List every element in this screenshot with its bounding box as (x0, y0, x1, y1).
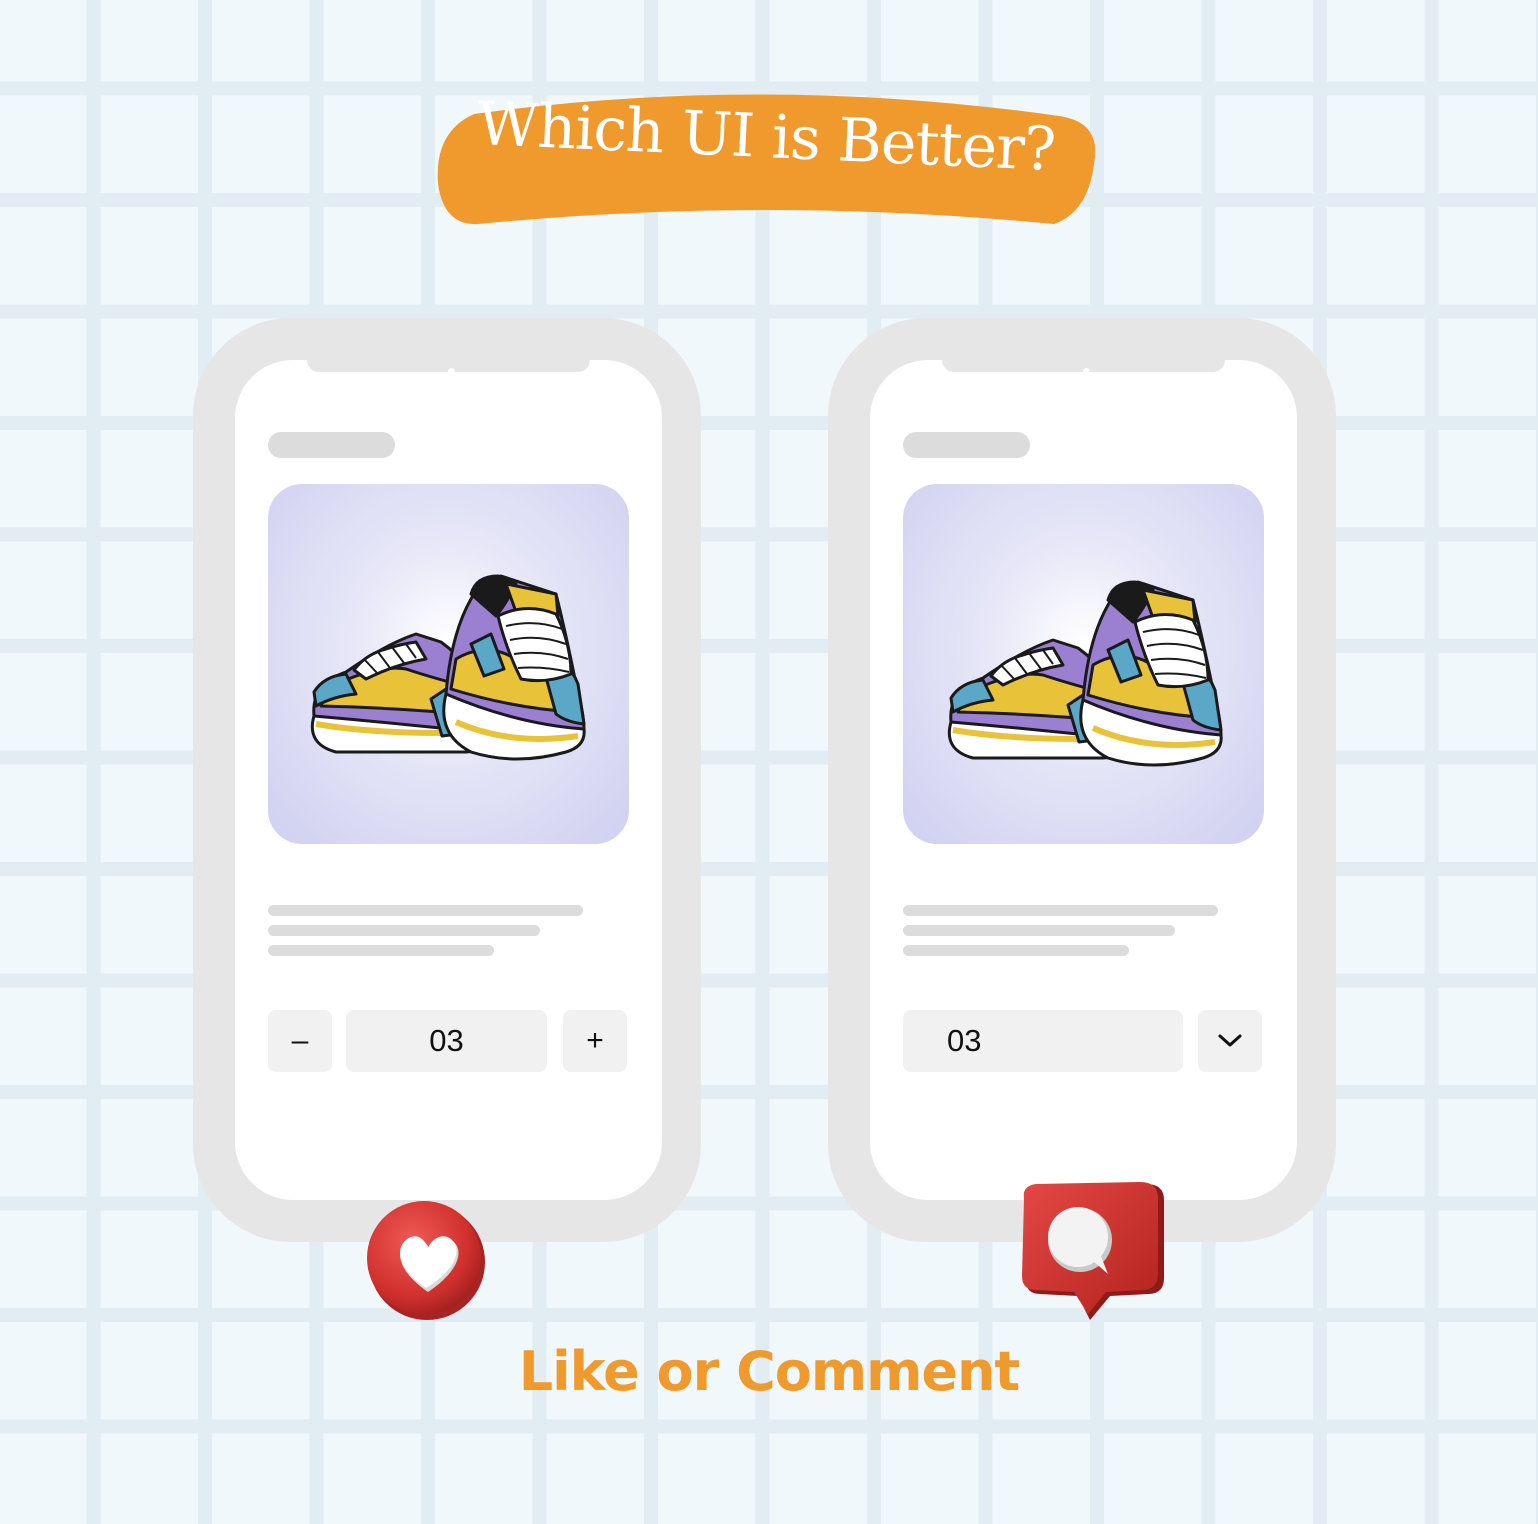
text-placeholder-line (903, 945, 1129, 956)
heart-icon (367, 1201, 485, 1320)
sneakers-illustration (310, 574, 586, 761)
phone-screen: 03 (870, 360, 1297, 1200)
text-placeholder-line (903, 925, 1175, 936)
increment-button[interactable]: + (563, 1010, 627, 1072)
phone-dropdown-variant: 03 (828, 318, 1336, 1242)
camera-icon (1083, 368, 1090, 375)
quantity-select[interactable]: 03 (903, 1010, 1183, 1072)
camera-icon (448, 368, 455, 375)
decrement-button[interactable]: – (268, 1010, 332, 1072)
product-image-card (903, 484, 1264, 844)
like-reaction[interactable] (366, 1198, 488, 1322)
phone-screen: – 03 + (235, 360, 662, 1200)
text-placeholder-line (268, 925, 540, 936)
text-placeholder-line (903, 905, 1218, 916)
title-placeholder (903, 432, 1030, 458)
text-placeholder-line (268, 945, 494, 956)
phone-stepper-variant: – 03 + (193, 318, 701, 1242)
text-placeholder-line (268, 905, 583, 916)
comment-reaction[interactable] (1018, 1182, 1168, 1324)
comment-icon (1022, 1182, 1164, 1320)
call-to-action: Like or Comment (518, 1340, 1020, 1403)
sneakers-illustration (947, 580, 1223, 767)
title-banner: Which UI is Better? (434, 84, 1098, 234)
product-image-card (268, 484, 629, 844)
chevron-down-icon (1218, 1034, 1242, 1047)
dropdown-toggle-button[interactable] (1198, 1010, 1262, 1072)
title-placeholder (268, 432, 395, 458)
quantity-field[interactable]: 03 (346, 1010, 547, 1072)
